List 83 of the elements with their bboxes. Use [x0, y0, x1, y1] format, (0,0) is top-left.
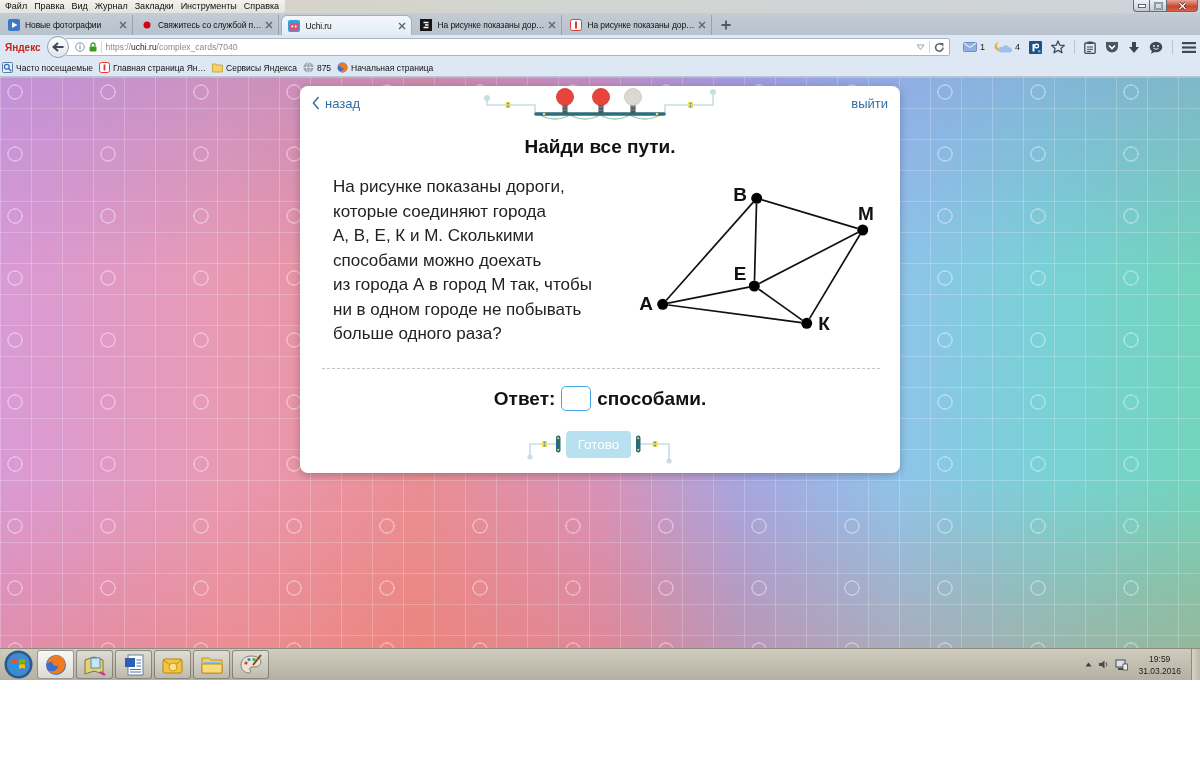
tile-icon [419, 18, 434, 32]
shield-icon[interactable] [1105, 41, 1119, 53]
speaker-icon[interactable] [1098, 659, 1110, 670]
node-label: К [818, 312, 830, 334]
clipboard-icon[interactable] [1084, 40, 1096, 54]
temperature-text[interactable]: 4 [1015, 42, 1020, 52]
menu-item[interactable]: Правка [31, 0, 69, 13]
menu-item[interactable]: Файл [2, 0, 32, 13]
bookmark-item[interactable]: 875 [302, 62, 332, 73]
close-icon[interactable] [548, 21, 557, 29]
mail-icon[interactable] [962, 42, 977, 52]
graph-node [857, 224, 869, 236]
app-tile-icon[interactable] [1029, 40, 1042, 54]
menu-icon[interactable] [1182, 41, 1196, 53]
node-label: В [733, 183, 747, 205]
graph-node [801, 317, 813, 329]
browser-icon [337, 62, 349, 73]
brand-logo[interactable]: Яндекс [5, 41, 41, 53]
download-icon[interactable] [1128, 40, 1140, 54]
plus-icon [721, 20, 732, 30]
mail-count[interactable]: 1 [979, 42, 985, 52]
globe-icon [302, 62, 314, 73]
back-link[interactable]: назад [312, 95, 361, 111]
star-icon[interactable] [1051, 40, 1065, 54]
back-arrow-icon [51, 42, 64, 52]
exit-link[interactable]: выйти [851, 95, 888, 111]
app-tile-icon [287, 18, 302, 33]
taskbar-button[interactable] [115, 650, 152, 679]
taskbar-button[interactable] [193, 650, 230, 679]
url-text: https://uchi.ru/complex_cards/7040 [105, 42, 238, 52]
menu-item[interactable]: Журнал [91, 0, 132, 13]
answer-label: Ответ: [493, 387, 556, 410]
play-icon [7, 18, 21, 32]
chevron-left-icon [312, 96, 320, 110]
question-text: На рисунке показаны дороги, которые соединяют города А, В, Е, К и М. Сколькими способами можно доехать из города А в город М так, чтобы ни в одном городе не побывать больше одного раза? [333, 176, 593, 345]
clock-time[interactable]: 19:59 [1149, 652, 1171, 665]
answer-box[interactable] [561, 386, 592, 411]
start-button[interactable] [4, 650, 33, 679]
bookmark-item[interactable]: Часто посещаемые [2, 62, 93, 73]
maximize-button[interactable] [1150, 0, 1167, 12]
palette-icon [238, 652, 263, 677]
reload-icon[interactable] [933, 41, 945, 53]
close-icon[interactable] [398, 21, 407, 30]
menu-item[interactable]: Вид [68, 0, 92, 13]
close-icon[interactable] [119, 21, 127, 29]
graph-node [751, 192, 763, 204]
task-title: Найди все пути. [523, 136, 677, 158]
lock-icon [88, 42, 97, 52]
folder-icon [212, 62, 223, 73]
taskbar-button[interactable] [37, 650, 74, 679]
browser-icon [43, 652, 68, 677]
graph-node [657, 298, 669, 310]
tile-icon [98, 62, 110, 73]
close-button[interactable] [1167, 0, 1198, 12]
menu-item[interactable]: Закладки [131, 0, 178, 13]
tile-icon [569, 18, 584, 32]
bookmark-item[interactable]: Главная страница Ян… [98, 62, 206, 73]
close-icon [1177, 1, 1187, 10]
info-icon [74, 42, 85, 52]
menu-item[interactable]: Инструменты [177, 0, 241, 13]
minimize-button[interactable] [1133, 0, 1150, 12]
clock-date[interactable]: 31.03.2016 [1138, 664, 1181, 677]
back-button[interactable] [46, 36, 69, 58]
minimize-icon [1137, 3, 1146, 8]
browser-tab[interactable]: Uchi.ru [281, 15, 413, 35]
unit-label: способами. [597, 387, 707, 410]
caret-up-icon[interactable] [1085, 662, 1093, 667]
bookmark-item[interactable]: Сервисы Яндекса [212, 62, 297, 73]
close-icon[interactable] [698, 21, 707, 29]
taskbar-button[interactable] [76, 650, 113, 679]
taskbar-button[interactable] [154, 650, 191, 679]
menu-item[interactable]: Справка [240, 0, 284, 13]
graph-node [748, 280, 760, 292]
bookmark-item[interactable]: Начальная страница [337, 62, 434, 73]
close-icon[interactable] [265, 21, 274, 29]
taskbar-button[interactable] [232, 650, 269, 679]
node-label: А [639, 292, 653, 314]
maximize-icon [1153, 1, 1163, 10]
network-icon[interactable] [1115, 658, 1129, 671]
node-label: М [858, 202, 874, 224]
chat-icon[interactable] [1149, 40, 1163, 54]
node-label: Е [733, 262, 747, 284]
address-bar[interactable]: https://uchi.ru/complex_cards/7040 [64, 38, 950, 56]
